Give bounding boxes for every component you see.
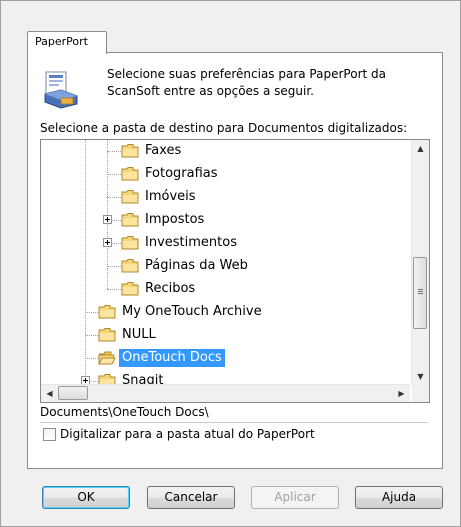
folder-icon bbox=[121, 144, 139, 158]
tree-item[interactable]: Recibos bbox=[41, 279, 410, 299]
horizontal-scroll-thumb[interactable] bbox=[58, 386, 88, 400]
tree-item[interactable]: Faxes bbox=[41, 141, 410, 161]
expand-plus-icon[interactable] bbox=[103, 215, 112, 224]
paperport-scanner-icon bbox=[44, 71, 78, 109]
folder-icon bbox=[121, 213, 139, 227]
tree-item[interactable]: NULL bbox=[41, 325, 410, 345]
tree-item-label[interactable]: Recibos bbox=[142, 280, 198, 298]
tree-branch-line bbox=[107, 151, 121, 153]
tree-item-label[interactable]: OneTouch Docs bbox=[119, 349, 225, 367]
scroll-down-icon[interactable]: ▼ bbox=[412, 368, 429, 385]
tree-item[interactable]: OneTouch Docs bbox=[41, 348, 410, 368]
apply-button[interactable]: Aplicar bbox=[251, 486, 339, 509]
vertical-scrollbar[interactable]: ▲ ▼ bbox=[411, 140, 429, 385]
scrollbar-corner bbox=[412, 385, 429, 402]
tree-item[interactable]: Imóveis bbox=[41, 187, 410, 207]
scroll-up-icon[interactable]: ▲ bbox=[412, 140, 429, 157]
tree-item[interactable]: Impostos bbox=[41, 210, 410, 230]
tree-item-label[interactable]: Faxes bbox=[142, 142, 184, 160]
tab-panel: Selecione suas preferências para PaperPo… bbox=[27, 52, 443, 469]
tree-item[interactable]: Investimentos bbox=[41, 233, 410, 253]
cancel-button[interactable]: Cancelar bbox=[147, 486, 235, 509]
tree-item-label[interactable]: Páginas da Web bbox=[142, 257, 251, 275]
destination-folder-label: Selecione a pasta de destino para Docume… bbox=[40, 121, 408, 135]
folder-tree[interactable]: Faxes Fotografias Imóveis Impostos Investime… bbox=[40, 139, 430, 403]
tab-paperport[interactable]: PaperPort bbox=[27, 31, 107, 54]
scroll-left-icon[interactable]: ◀ bbox=[41, 385, 58, 402]
tree-item-label[interactable]: Imóveis bbox=[142, 188, 199, 206]
tree-item[interactable]: Fotografias bbox=[41, 164, 410, 184]
scan-current-folder-checkbox[interactable] bbox=[43, 428, 56, 441]
tree-item-label[interactable]: Fotografias bbox=[142, 165, 221, 183]
horizontal-scrollbar[interactable]: ◀ ▶ bbox=[41, 384, 410, 402]
folder-icon bbox=[98, 328, 116, 342]
scroll-right-icon[interactable]: ▶ bbox=[393, 385, 410, 402]
tree-branch-line bbox=[107, 174, 121, 176]
intro-text: Selecione suas preferências para PaperPo… bbox=[107, 67, 386, 98]
tree-branch-line bbox=[85, 312, 98, 314]
tree-item[interactable]: Páginas da Web bbox=[41, 256, 410, 276]
tree-item-label[interactable]: My OneTouch Archive bbox=[119, 303, 265, 321]
scan-current-folder-label[interactable]: Digitalizar para a pasta atual do PaperP… bbox=[60, 427, 315, 441]
tree-branch-line bbox=[85, 358, 98, 360]
folder-icon bbox=[121, 236, 139, 250]
ok-button[interactable]: OK bbox=[42, 486, 130, 509]
folder-tree-viewport: Faxes Fotografias Imóveis Impostos Investime… bbox=[41, 140, 410, 385]
tab-label: PaperPort bbox=[35, 35, 88, 48]
folder-icon bbox=[98, 305, 116, 319]
tree-item[interactable]: Snagit bbox=[41, 371, 410, 385]
help-button[interactable]: Ajuda bbox=[355, 486, 443, 509]
tree-item-label[interactable]: Impostos bbox=[142, 211, 207, 229]
expand-plus-icon[interactable] bbox=[103, 238, 112, 247]
selected-path: Documents\OneTouch Docs\ bbox=[40, 405, 209, 419]
tree-branch-line bbox=[85, 335, 98, 337]
folder-icon bbox=[121, 259, 139, 273]
tree-branch-line bbox=[107, 289, 121, 291]
tree-item-label[interactable]: NULL bbox=[119, 326, 159, 344]
vertical-scroll-thumb[interactable] bbox=[413, 257, 427, 329]
open-folder-icon bbox=[98, 351, 116, 365]
folder-icon bbox=[121, 190, 139, 204]
folder-icon bbox=[121, 167, 139, 181]
path-divider bbox=[40, 422, 428, 423]
tree-item[interactable]: My OneTouch Archive bbox=[41, 302, 410, 322]
tree-branch-line bbox=[107, 197, 121, 199]
tree-branch-line bbox=[107, 266, 121, 268]
folder-icon bbox=[121, 282, 139, 296]
tree-item-label[interactable]: Investimentos bbox=[142, 234, 240, 252]
